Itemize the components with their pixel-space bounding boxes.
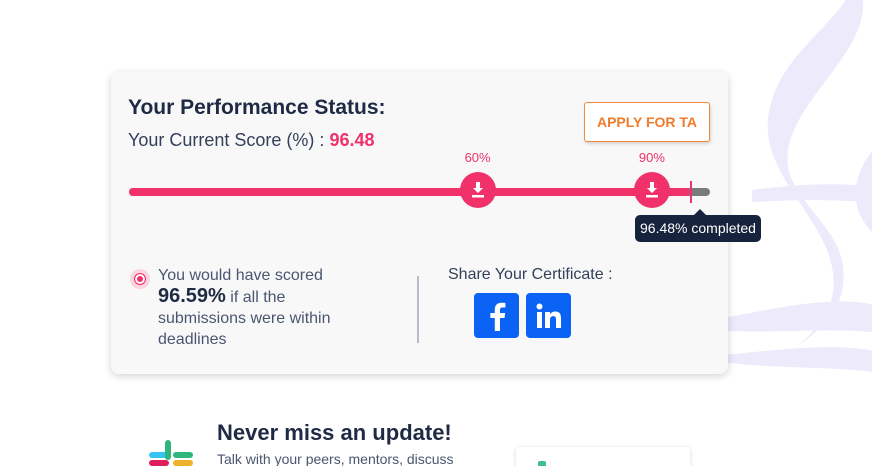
slack-logo-icon — [149, 440, 193, 466]
progress-current-marker — [689, 181, 692, 203]
slack-card-icon — [538, 461, 546, 466]
share-certificate-label: Share Your Certificate : — [448, 266, 613, 283]
milestone-90-download-button[interactable] — [633, 172, 670, 208]
projected-score-value: 96.59% — [158, 285, 226, 307]
download-icon — [645, 182, 658, 198]
section-divider — [417, 276, 419, 343]
apply-for-ta-button[interactable]: APPLY FOR TA — [584, 102, 710, 142]
current-score: Your Current Score (%) : 96.48 — [128, 130, 374, 151]
page: Your Performance Status: Your Current Sc… — [0, 0, 872, 466]
projected-score-prefix: You would have scored — [158, 267, 323, 284]
slack-promo-subtitle: Talk with your peers, mentors, discuss — [217, 451, 454, 466]
slack-join-card[interactable] — [516, 447, 690, 466]
completion-tooltip: 96.48% completed — [635, 209, 761, 242]
score-progress-bar: 60% 90% — [129, 150, 710, 208]
current-score-value: 96.48 — [329, 130, 375, 150]
projected-score-text: You would have scored 96.59% if all the … — [158, 265, 368, 350]
current-score-label: Your Current Score (%) : — [128, 130, 325, 150]
linkedin-icon — [536, 303, 561, 328]
radio-dot — [134, 273, 146, 285]
milestone-label-60: 60% — [464, 150, 491, 165]
milestone-60-download-button[interactable] — [459, 172, 496, 208]
download-icon — [471, 182, 484, 198]
progress-fill — [129, 188, 690, 196]
facebook-icon — [489, 302, 505, 331]
performance-title: Your Performance Status: — [128, 96, 386, 119]
milestone-label-90: 90% — [638, 150, 665, 165]
slack-promo-title: Never miss an update! — [217, 420, 452, 445]
projection-radio-icon — [130, 269, 150, 289]
share-linkedin-button[interactable] — [526, 293, 571, 338]
performance-card: Your Performance Status: Your Current Sc… — [111, 72, 761, 374]
share-facebook-button[interactable] — [474, 293, 519, 338]
